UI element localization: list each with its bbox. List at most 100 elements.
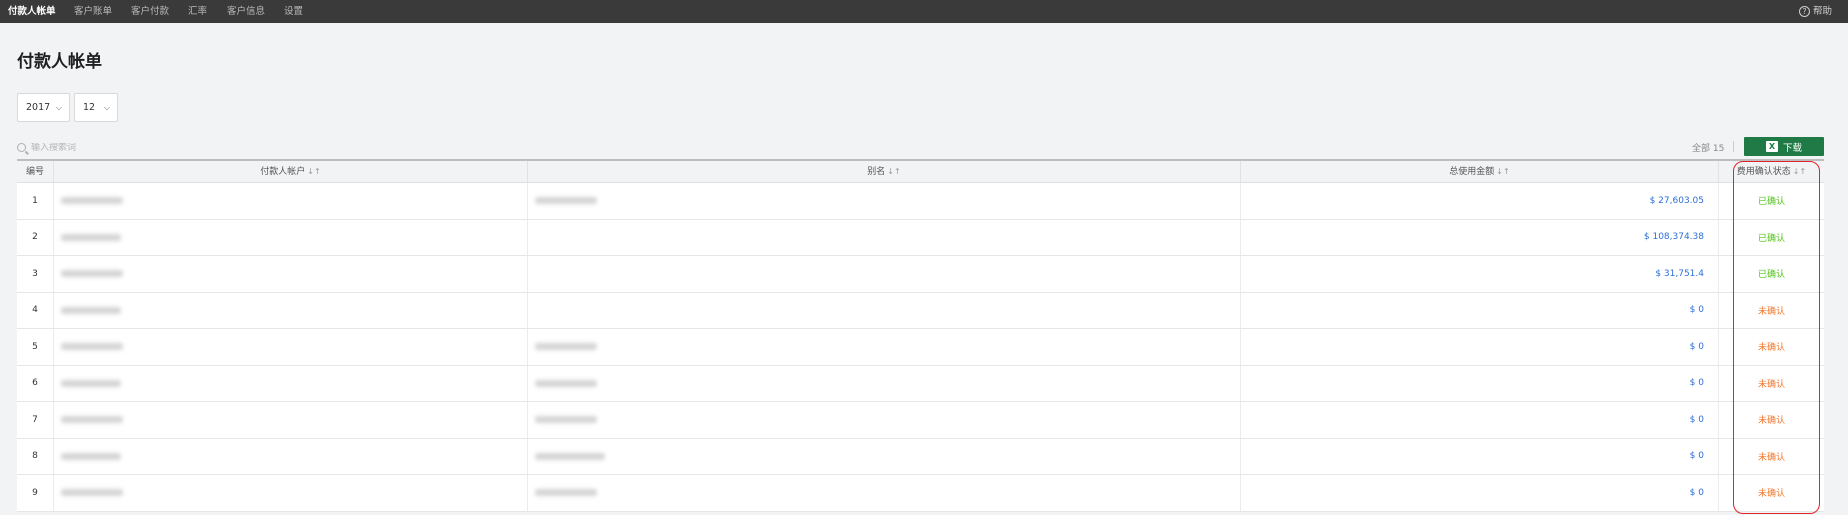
status-badge: 未确认 bbox=[1757, 416, 1785, 427]
redacted-text bbox=[535, 489, 597, 497]
amount-cell[interactable]: $ 108,374.38 bbox=[1241, 219, 1719, 255]
amount-cell[interactable]: $ 31,751.4 bbox=[1241, 256, 1719, 292]
amount-cell[interactable]: $ 0 bbox=[1241, 292, 1719, 328]
redacted-text bbox=[535, 416, 597, 424]
payer-bill-table: 编号 付款人帐户 ↓↑ 别名 ↓↑ 总使用金额 ↓↑ 费用确认状态 ↓↑ 1 $ 27,6… bbox=[17, 159, 1824, 512]
nav-item-customer-bill[interactable]: 客户账单 bbox=[74, 0, 112, 23]
amount-cell[interactable]: $ 27,603.05 bbox=[1241, 183, 1719, 219]
status-badge: 未确认 bbox=[1757, 489, 1785, 500]
search-icon bbox=[17, 143, 26, 152]
row-number: 9 bbox=[17, 475, 54, 511]
column-header-amount[interactable]: 总使用金额 ↓↑ bbox=[1241, 161, 1719, 183]
amount-cell[interactable]: $ 0 bbox=[1241, 438, 1719, 474]
payer-account-cell bbox=[54, 219, 528, 255]
sort-icon[interactable]: ↓↑ bbox=[307, 167, 320, 176]
table-row[interactable]: 4 $ 0 未确认 bbox=[17, 292, 1824, 329]
row-number: 3 bbox=[17, 256, 54, 292]
month-value: 12 bbox=[83, 102, 96, 113]
table-row[interactable]: 5 $ 0 未确认 bbox=[17, 329, 1824, 366]
search-input[interactable] bbox=[31, 142, 331, 153]
table-row[interactable]: 9 $ 0 未确认 bbox=[17, 475, 1824, 512]
status-badge: 未确认 bbox=[1757, 452, 1785, 463]
sort-icon[interactable]: ↓↑ bbox=[1793, 167, 1806, 176]
help-label: 帮助 bbox=[1812, 6, 1832, 17]
chevron-down-icon: ⌵ bbox=[55, 103, 62, 112]
redacted-text bbox=[61, 416, 123, 424]
status-badge: 已确认 bbox=[1757, 270, 1785, 281]
row-number: 1 bbox=[17, 183, 54, 219]
column-header-no: 编号 bbox=[17, 161, 54, 183]
column-header-alias[interactable]: 别名 ↓↑ bbox=[528, 161, 1241, 183]
sort-icon[interactable]: ↓↑ bbox=[887, 167, 900, 176]
help-link[interactable]: ? 帮助 bbox=[1798, 0, 1832, 23]
redacted-text bbox=[61, 270, 123, 278]
redacted-text bbox=[535, 452, 605, 460]
table-row[interactable]: 2 $ 108,374.38 已确认 bbox=[17, 219, 1824, 256]
year-select[interactable]: 2017 ⌵ bbox=[17, 93, 70, 122]
chevron-down-icon: ⌵ bbox=[103, 103, 110, 112]
column-header-payer[interactable]: 付款人帐户 ↓↑ bbox=[54, 161, 528, 183]
status-badge: 未确认 bbox=[1757, 379, 1785, 390]
question-circle-icon: ? bbox=[1798, 6, 1810, 17]
row-number: 7 bbox=[17, 402, 54, 438]
redacted-text bbox=[535, 343, 597, 351]
redacted-text bbox=[61, 379, 121, 387]
table-row[interactable]: 7 $ 0 未确认 bbox=[17, 402, 1824, 439]
nav-item-customer-payment[interactable]: 客户付款 bbox=[131, 0, 169, 23]
row-number: 5 bbox=[17, 329, 54, 365]
payer-account-cell bbox=[54, 438, 528, 474]
status-badge: 已确认 bbox=[1757, 233, 1785, 244]
column-header-payer-label: 付款人帐户 bbox=[260, 167, 306, 177]
total-count: 全部 15 bbox=[1692, 144, 1725, 154]
status-badge: 已确认 bbox=[1757, 197, 1785, 208]
row-number: 4 bbox=[17, 292, 54, 328]
download-label: 下载 bbox=[1782, 142, 1802, 154]
redacted-text bbox=[61, 489, 123, 497]
top-nav: 付款人帐单 客户账单 客户付款 汇率 客户信息 设置 ? 帮助 bbox=[0, 0, 1848, 23]
column-header-alias-label: 别名 bbox=[867, 167, 886, 177]
table-row[interactable]: 3 $ 31,751.4 已确认 bbox=[17, 256, 1824, 293]
table-row[interactable]: 8 $ 0 未确认 bbox=[17, 438, 1824, 475]
payer-account-cell bbox=[54, 292, 528, 328]
alias-cell bbox=[528, 256, 1241, 292]
alias-cell bbox=[528, 438, 1241, 474]
table-row[interactable]: 6 $ 0 未确认 bbox=[17, 365, 1824, 402]
row-number: 2 bbox=[17, 219, 54, 255]
column-header-no-label: 编号 bbox=[25, 167, 44, 177]
column-header-amount-label: 总使用金额 bbox=[1449, 167, 1495, 177]
table-body: 1 $ 27,603.05 已确认 2 $ 108,374.38 已确认 3 $ 31,751… bbox=[17, 183, 1824, 512]
payer-account-cell bbox=[54, 475, 528, 511]
alias-cell bbox=[528, 183, 1241, 219]
amount-cell[interactable]: $ 0 bbox=[1241, 365, 1719, 401]
sort-icon[interactable]: ↓↑ bbox=[1496, 167, 1509, 176]
nav-item-exchange-rate[interactable]: 汇率 bbox=[188, 0, 207, 23]
nav-item-settings[interactable]: 设置 bbox=[284, 0, 303, 23]
nav-item-payer-bill[interactable]: 付款人帐单 bbox=[8, 0, 56, 23]
nav-item-customer-info[interactable]: 客户信息 bbox=[227, 0, 265, 23]
column-header-status[interactable]: 费用确认状态 ↓↑ bbox=[1719, 161, 1824, 183]
row-number: 8 bbox=[17, 438, 54, 474]
year-value: 2017 bbox=[26, 102, 51, 113]
redacted-text bbox=[61, 197, 123, 205]
amount-cell[interactable]: $ 0 bbox=[1241, 475, 1719, 511]
alias-cell bbox=[528, 219, 1241, 255]
excel-icon: X bbox=[1765, 141, 1778, 152]
alias-cell bbox=[528, 365, 1241, 401]
payer-account-cell bbox=[54, 183, 528, 219]
alias-cell bbox=[528, 329, 1241, 365]
table-row[interactable]: 1 $ 27,603.05 已确认 bbox=[17, 183, 1824, 220]
row-number: 6 bbox=[17, 365, 54, 401]
payer-account-cell bbox=[54, 329, 528, 365]
status-badge: 未确认 bbox=[1757, 343, 1785, 354]
status-badge: 未确认 bbox=[1757, 306, 1785, 317]
redacted-text bbox=[535, 379, 597, 387]
amount-cell[interactable]: $ 0 bbox=[1241, 402, 1719, 438]
page-title: 付款人帐单 bbox=[17, 52, 102, 72]
payer-account-cell bbox=[54, 365, 528, 401]
table-header: 编号 付款人帐户 ↓↑ 别名 ↓↑ 总使用金额 ↓↑ 费用确认状态 ↓↑ bbox=[17, 159, 1824, 183]
download-button[interactable]: X 下载 bbox=[1744, 137, 1824, 156]
redacted-text bbox=[61, 452, 121, 460]
amount-cell[interactable]: $ 0 bbox=[1241, 329, 1719, 365]
alias-cell bbox=[528, 475, 1241, 511]
month-select[interactable]: 12 ⌵ bbox=[74, 93, 118, 122]
